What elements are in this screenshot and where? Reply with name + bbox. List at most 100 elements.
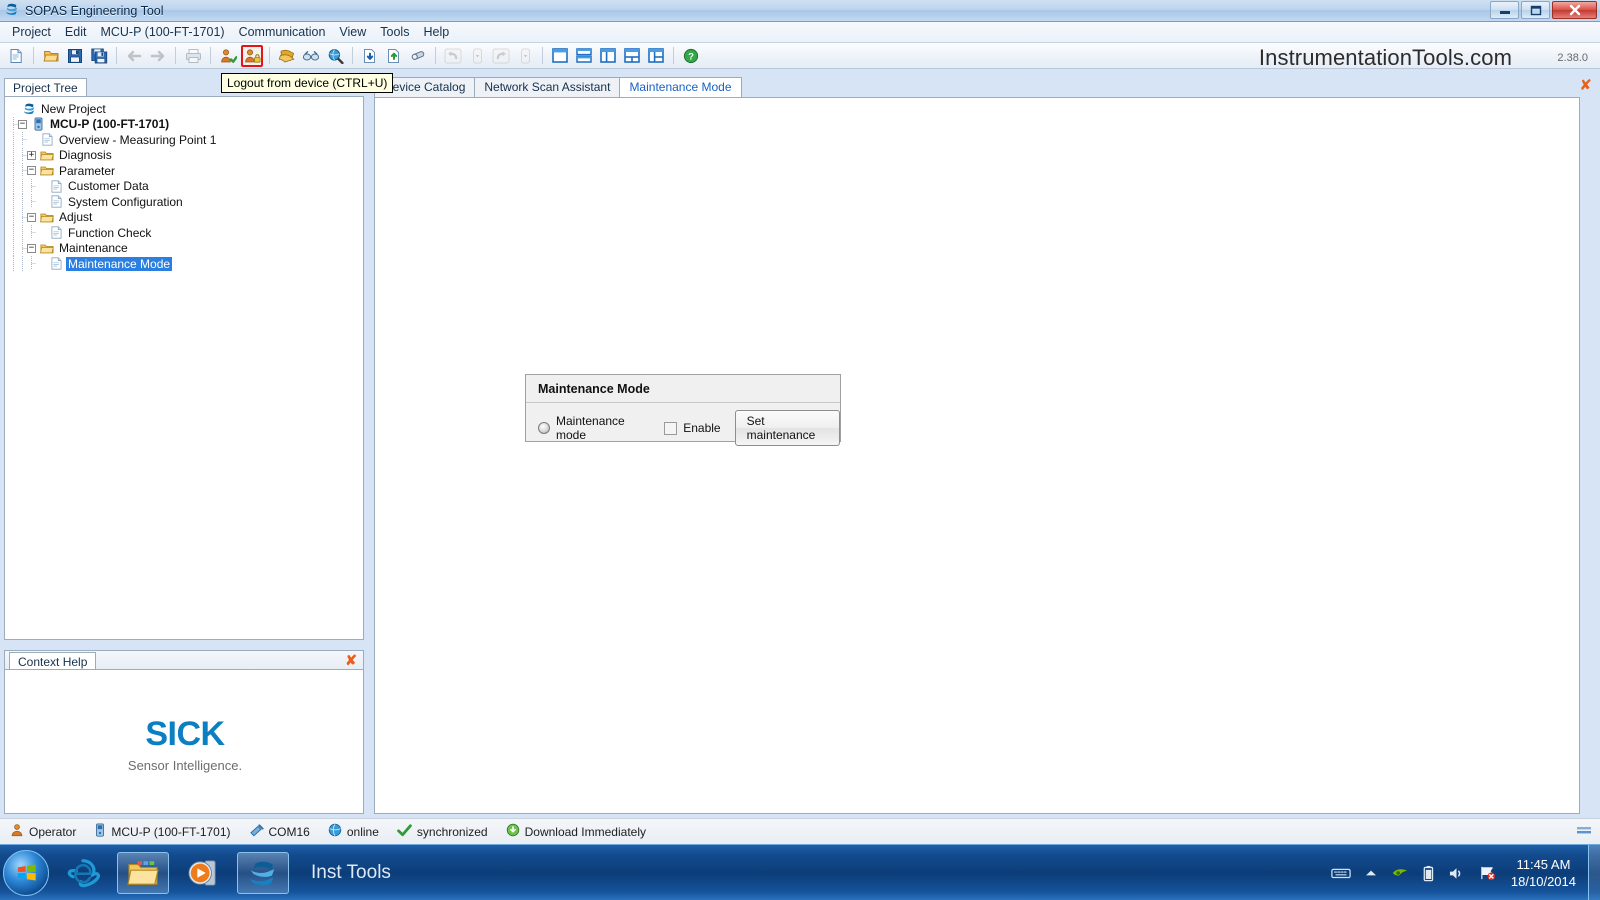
tree-item[interactable]: New Project [9, 101, 363, 117]
tree-expander-spacer [36, 228, 45, 237]
tree-item[interactable]: Function Check [9, 225, 363, 241]
show-hidden-icons-icon[interactable] [1365, 869, 1377, 878]
page-icon [39, 132, 55, 147]
page-icon [48, 179, 64, 194]
card-row: Maintenance mode Enable Set maintenance [526, 403, 840, 446]
download-to-device-icon[interactable] [359, 45, 381, 67]
maximize-button[interactable] [1521, 1, 1550, 19]
logout-from-device-icon[interactable] [241, 44, 263, 67]
maintenance-mode-radio[interactable] [538, 422, 550, 434]
battery-icon[interactable] [1423, 865, 1434, 882]
globe-icon [328, 823, 342, 840]
svg-text:?: ? [688, 51, 694, 62]
menu-item-device[interactable]: MCU-P (100-FT-1701) [93, 23, 231, 41]
menu-item-tools[interactable]: Tools [373, 23, 416, 41]
device-icon [94, 823, 106, 840]
card-title: Maintenance Mode [526, 375, 840, 403]
tree-item[interactable]: Maintenance Mode [9, 256, 363, 272]
status-item-sync: synchronized [397, 823, 488, 840]
project-tree-panel[interactable]: New Project − MCU-P (100-FT-1701) Overview … [4, 96, 364, 640]
document-tabstrip: Device Catalog Network Scan Assistant Ma… [374, 77, 1594, 97]
save-icon[interactable] [64, 45, 86, 67]
menu-item-view[interactable]: View [332, 23, 373, 41]
window-controls [1490, 1, 1597, 19]
tree-indent-guide [27, 178, 36, 194]
enable-checkbox[interactable] [664, 421, 678, 435]
forward-icon[interactable] [147, 45, 169, 67]
layout-horizontal-split-icon[interactable] [573, 45, 595, 67]
save-all-icon[interactable] [88, 45, 110, 67]
back-icon[interactable] [123, 45, 145, 67]
help-icon[interactable]: ? [680, 45, 702, 67]
print-icon[interactable] [182, 45, 204, 67]
check-icon [397, 823, 412, 840]
sick-logo: SICK Sensor Intelligence. [5, 715, 365, 773]
layout-vertical-split-icon[interactable] [597, 45, 619, 67]
tree-item[interactable]: + Diagnosis [9, 147, 363, 164]
tree-item-label: System Configuration [68, 194, 183, 209]
tree-expander-spacer [9, 104, 18, 113]
tree-indent-guide [9, 178, 18, 194]
menu-item-edit[interactable]: Edit [58, 23, 94, 41]
expand-icon[interactable]: + [27, 150, 36, 160]
sick-logo-tagline: Sensor Intelligence. [127, 758, 243, 773]
show-desktop-button[interactable] [1588, 845, 1600, 900]
network-scan-icon[interactable] [324, 45, 346, 67]
tree-indent-guide [9, 209, 18, 225]
new-project-icon[interactable] [5, 45, 27, 67]
tree-indent-guide [9, 132, 18, 148]
undo-dropdown-icon[interactable] [466, 45, 488, 67]
collapse-icon[interactable]: − [27, 212, 36, 222]
layout-single-icon[interactable] [549, 45, 571, 67]
collapse-icon[interactable]: − [27, 166, 36, 176]
tree-item[interactable]: − Adjust [9, 209, 363, 226]
tree-item[interactable]: System Configuration [9, 194, 363, 210]
layout-three-bottom-icon[interactable] [621, 45, 643, 67]
taskbar-clock[interactable]: 11:45 AM 18/10/2014 [1511, 856, 1576, 890]
windows-explorer-icon[interactable] [117, 851, 169, 894]
tab-maintenance-mode[interactable]: Maintenance Mode [619, 77, 742, 97]
tree-item[interactable]: − Parameter [9, 163, 363, 179]
scan-devices-icon[interactable] [300, 45, 322, 67]
menu-item-help[interactable]: Help [416, 23, 456, 41]
undo-icon[interactable] [442, 45, 464, 67]
set-maintenance-button[interactable]: Set maintenance [734, 410, 840, 446]
tree-item[interactable]: − MCU-P (100-FT-1701) [9, 116, 363, 133]
redo-dropdown-icon[interactable] [514, 45, 536, 67]
clock-date: 18/10/2014 [1510, 874, 1576, 889]
tree-item[interactable]: − Maintenance [9, 240, 363, 257]
close-icon[interactable]: ✘ [345, 652, 357, 669]
action-center-alert-icon[interactable] [1479, 865, 1496, 881]
tree-item[interactable]: Customer Data [9, 178, 363, 195]
volume-icon[interactable] [1448, 866, 1465, 881]
nvidia-icon[interactable] [1391, 866, 1409, 880]
tab-network-scan-assistant[interactable]: Network Scan Assistant [474, 77, 621, 97]
sopas-taskbar-icon[interactable] [237, 851, 289, 894]
toolbar-separator [210, 47, 211, 64]
clear-icon[interactable] [407, 45, 429, 67]
upload-from-device-icon[interactable] [383, 45, 405, 67]
tree-item-label: Parameter [59, 163, 116, 178]
status-item-device: MCU-P (100-FT-1701) [94, 823, 231, 840]
collapse-icon[interactable]: − [27, 243, 36, 253]
collapse-icon[interactable]: − [18, 119, 27, 129]
internet-explorer-icon[interactable] [57, 852, 109, 894]
redo-icon[interactable] [490, 45, 512, 67]
layout-three-right-icon[interactable] [645, 45, 667, 67]
status-label: online [346, 824, 379, 839]
status-item-port: COM16 [249, 823, 310, 840]
open-project-icon[interactable] [40, 45, 62, 67]
tree-item[interactable]: Overview - Measuring Point 1 [9, 132, 363, 148]
media-player-icon[interactable] [177, 852, 229, 894]
device-catalog-icon[interactable] [276, 45, 298, 67]
tab-project-tree[interactable]: Project Tree [4, 78, 87, 98]
menu-item-project[interactable]: Project [5, 23, 58, 41]
minimize-button[interactable] [1490, 1, 1519, 19]
keyboard-layout-icon[interactable] [1331, 866, 1351, 880]
menu-bar: Project Edit MCU-P (100-FT-1701) Communi… [0, 22, 1600, 43]
login-to-device-icon[interactable] [217, 45, 239, 67]
toolbar-separator [175, 47, 176, 64]
close-button[interactable] [1552, 1, 1597, 19]
menu-item-communication[interactable]: Communication [232, 23, 333, 41]
windows-start-icon[interactable] [3, 849, 49, 896]
